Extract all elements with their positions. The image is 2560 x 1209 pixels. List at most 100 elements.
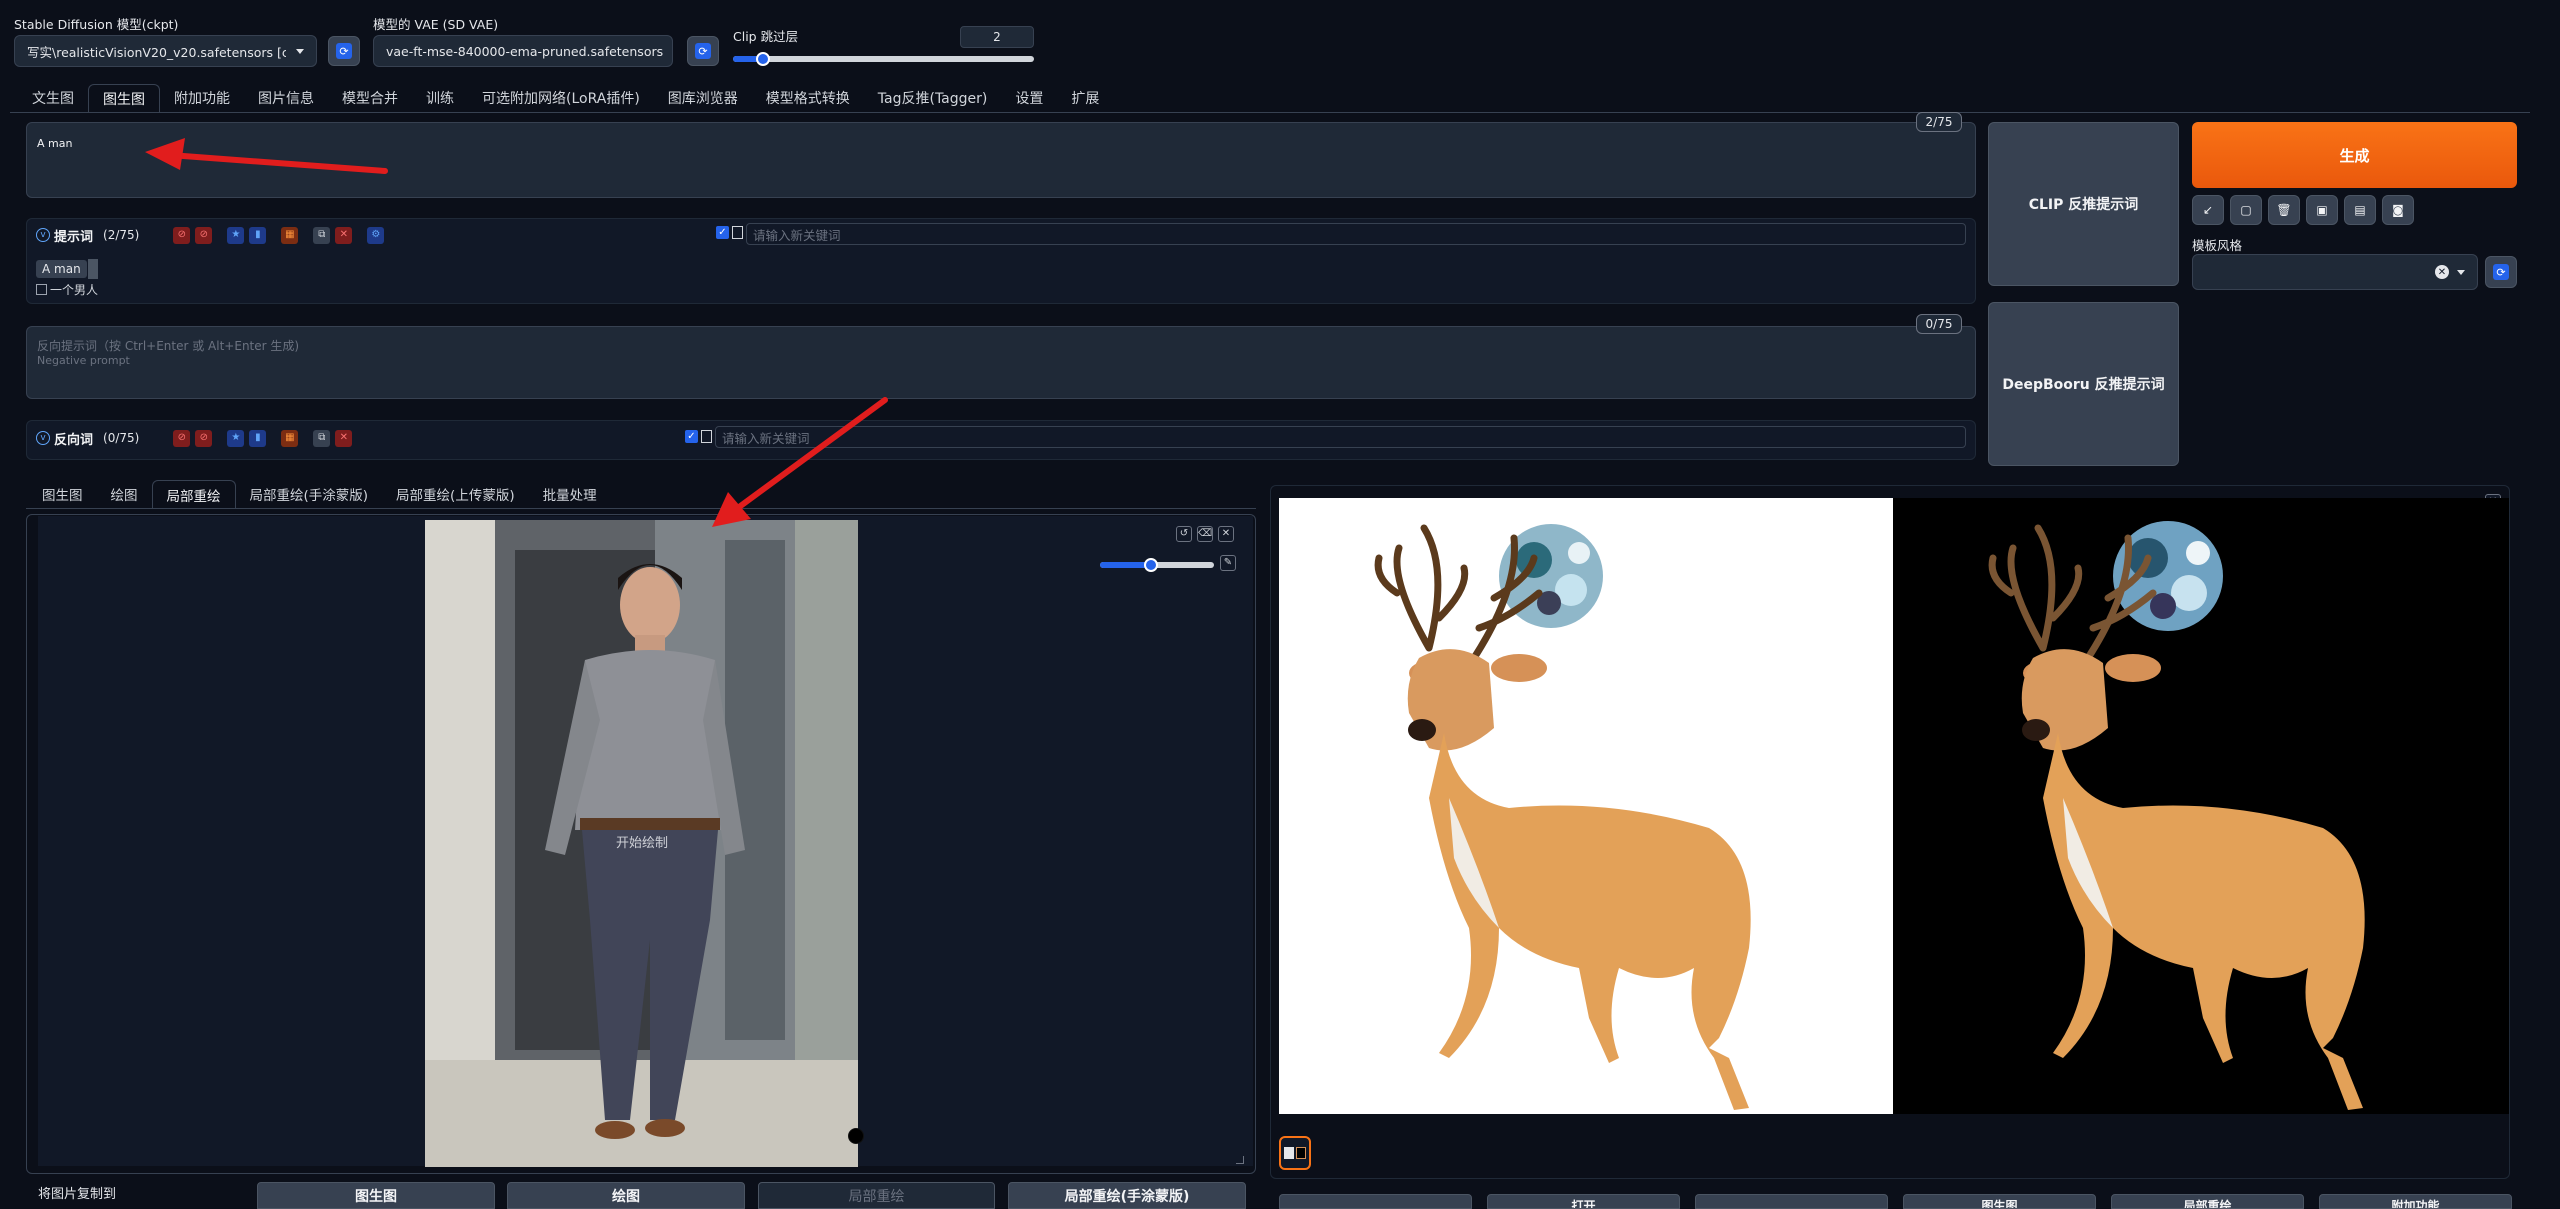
ckpt-dropdown[interactable]: 写实\realisticVisionV20_v20.safetensors [c… [14, 35, 317, 67]
chip-handle[interactable] [87, 259, 98, 279]
favorite-add-icon[interactable]: ★ [227, 429, 245, 447]
history-icon[interactable]: ▦ [281, 226, 299, 244]
tab-0[interactable]: 文生图 [18, 84, 88, 112]
save-style-icon[interactable]: ◙ [2382, 195, 2414, 225]
refresh-style-button[interactable]: ⟳ [2485, 256, 2517, 288]
tab-5[interactable]: 训练 [412, 84, 468, 112]
resize-handle-icon[interactable] [1236, 1156, 1244, 1164]
negative-token-counter: 0/75 [1916, 314, 1962, 334]
tab-8[interactable]: 模型格式转换 [752, 84, 864, 112]
tab-2[interactable]: 附加功能 [160, 84, 244, 112]
subtab-1[interactable]: 绘图 [97, 480, 152, 508]
tab-9[interactable]: Tag反推(Tagger) [864, 84, 1002, 112]
output-action-button-4[interactable]: 局部重绘 [2111, 1194, 2304, 1209]
trash-icon[interactable]: ✕ [335, 226, 353, 244]
vae-dropdown[interactable]: vae-ft-mse-840000-ema-pruned.safetensors [373, 35, 673, 67]
subtab-5[interactable]: 批量处理 [529, 480, 611, 508]
tab-7[interactable]: 图库浏览器 [654, 84, 752, 112]
prompt-textarea[interactable]: A man [26, 122, 1976, 198]
tab-6[interactable]: 可选附加网络(LoRA插件) [468, 84, 654, 112]
disable-all-icon[interactable]: ⊘ [195, 226, 213, 244]
subtab-2[interactable]: 局部重绘 [151, 480, 236, 508]
copy-to-sketch-button[interactable]: 绘图 [507, 1182, 745, 1209]
chevron-down-icon [296, 48, 304, 54]
negative-placeholder-line1: 反向提示词（按 Ctrl+Enter 或 Alt+Enter 生成) [37, 339, 300, 353]
prompt-text: A man [37, 137, 73, 150]
paste-icon[interactable]: ▢ [2230, 195, 2262, 225]
deepbooru-interrogate-button[interactable]: DeepBooru 反推提示词 [1988, 302, 2179, 466]
tab-3[interactable]: 图片信息 [244, 84, 328, 112]
keyword-enable-checkbox[interactable]: ✓ [716, 226, 729, 239]
output-image-white[interactable] [1279, 498, 1893, 1114]
settings-gear-icon[interactable]: ⚙ [367, 226, 385, 244]
copy-to-inpaint-sketch-button[interactable]: 局部重绘(手涂蒙版) [1008, 1182, 1246, 1209]
bookmark-icon[interactable]: ▮ [249, 429, 267, 447]
favorite-add-icon[interactable]: ★ [227, 226, 245, 244]
clip-skip-number-input[interactable]: 2 [960, 26, 1034, 48]
keyword-mode-icon[interactable] [732, 226, 743, 239]
tab-11[interactable]: 扩展 [1057, 84, 1113, 112]
bookmark-icon[interactable]: ▮ [249, 226, 267, 244]
disable-icon[interactable]: ⊘ [173, 429, 191, 447]
refresh-icon: ⟳ [2493, 264, 2509, 280]
copy-icon[interactable]: ⧉ [313, 429, 331, 447]
close-icon[interactable]: ✕ [1218, 526, 1234, 542]
refresh-vae-button[interactable]: ⟳ [687, 36, 719, 66]
output-action-button-0[interactable] [1279, 1194, 1472, 1209]
subtab-0[interactable]: 图生图 [28, 480, 97, 508]
prompt-chip[interactable]: A man [36, 259, 98, 279]
output-action-button-5[interactable]: 附加功能 [2319, 1194, 2512, 1209]
generate-button[interactable]: 生成 [2192, 122, 2517, 188]
keyword-mode-icon[interactable] [701, 430, 712, 443]
prompt-keyword-checkbox-group: ✓ [716, 226, 743, 239]
ckpt-label: Stable Diffusion 模型(ckpt) [14, 17, 179, 32]
read-params-icon[interactable]: ↙ [2192, 195, 2224, 225]
subtab-4[interactable]: 局部重绘(上传蒙版) [382, 480, 529, 508]
apply-style-icon[interactable]: ▣ [2306, 195, 2338, 225]
refresh-ckpt-button[interactable]: ⟳ [328, 36, 360, 66]
style-dropdown[interactable]: ✕ [2192, 254, 2478, 290]
collapse-chevron-icon[interactable]: v [36, 228, 50, 242]
disable-icon[interactable]: ⊘ [173, 226, 191, 244]
output-action-button-1[interactable]: 打开 [1487, 1194, 1680, 1209]
trash-icon[interactable]: 🗑 [2268, 195, 2300, 225]
subtabs-divider [26, 508, 1256, 509]
clip-skip-slider[interactable] [733, 52, 1034, 66]
prompt-token-counter: 2/75 [1916, 112, 1962, 132]
clear-icon[interactable]: ✕ [2435, 265, 2449, 279]
prompt-toolbar-label: 提示词 [54, 229, 94, 245]
clipboard-icon[interactable]: ▤ [2344, 195, 2376, 225]
collapse-chevron-icon[interactable]: v [36, 431, 50, 445]
negative-prompt-textarea[interactable]: 反向提示词（按 Ctrl+Enter 或 Alt+Enter 生成) Negat… [26, 326, 1976, 399]
history-icon[interactable]: ▦ [281, 429, 299, 447]
copy-to-inpaint-button[interactable]: 局部重绘 [758, 1182, 995, 1209]
brush-icon[interactable]: ✎ [1220, 555, 1236, 571]
prompt-keyword-input[interactable]: 请输入新关键词 [746, 223, 1966, 245]
tab-4[interactable]: 模型合并 [328, 84, 412, 112]
trash-icon[interactable]: ✕ [335, 429, 353, 447]
undo-icon[interactable]: ↺ [1176, 526, 1192, 542]
tab-1[interactable]: 图生图 [88, 84, 160, 112]
clear-icon[interactable]: ⌫ [1197, 526, 1213, 542]
chevron-down-icon [2457, 269, 2465, 275]
negative-placeholder-line2: Negative prompt [37, 354, 130, 367]
copy-icon[interactable]: ⧉ [313, 226, 331, 244]
clip-interrogate-button[interactable]: CLIP 反推提示词 [1988, 122, 2179, 286]
copy-to-label: 将图片复制到 [38, 1187, 117, 1202]
subtab-3[interactable]: 局部重绘(手涂蒙版) [236, 480, 383, 508]
ckpt-value: 写实\realisticVisionV20_v20.safetensors [c… [27, 44, 286, 60]
tabs-divider [10, 112, 2530, 113]
tab-10[interactable]: 设置 [1001, 84, 1057, 112]
output-action-button-2[interactable] [1695, 1194, 1888, 1209]
keyword-enable-checkbox[interactable]: ✓ [685, 430, 698, 443]
output-image-black[interactable] [1893, 498, 2509, 1114]
copy-to-img2img-button[interactable]: 图生图 [257, 1182, 495, 1209]
output-action-button-3[interactable]: 图生图 [1903, 1194, 2096, 1209]
clip-skip-slider-knob[interactable] [756, 52, 771, 66]
translate-icon[interactable] [36, 284, 47, 295]
disable-all-icon[interactable]: ⊘ [195, 429, 213, 447]
canvas-overlay-text: 开始绘制 [616, 836, 669, 851]
brush-size-slider[interactable] [1100, 558, 1214, 572]
gallery-thumbnail[interactable] [1279, 1136, 1311, 1170]
negative-keyword-input[interactable]: 请输入新关键词 [715, 426, 1966, 448]
